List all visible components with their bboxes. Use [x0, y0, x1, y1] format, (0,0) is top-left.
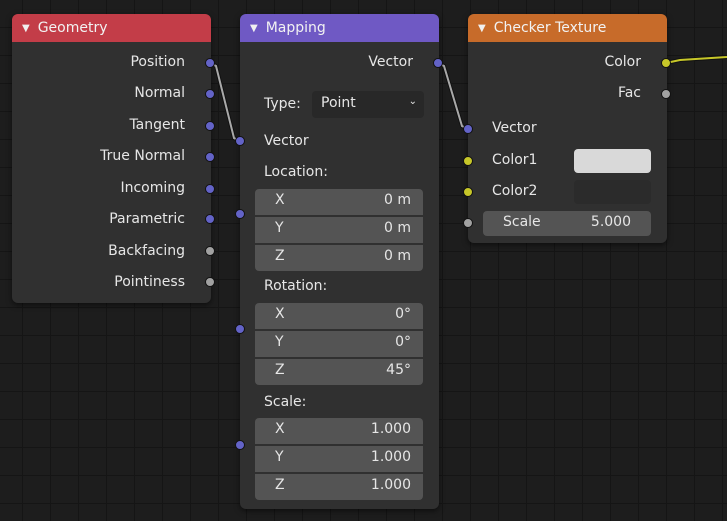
link-position-to-vector-line: [209, 62, 241, 142]
scale-x-field[interactable]: X 1.000: [255, 418, 423, 444]
input-color1: Color1: [492, 152, 538, 168]
axis-y-label: Y: [275, 334, 284, 350]
socket-tangent[interactable]: [205, 121, 215, 131]
rotation-y-value: 0°: [395, 334, 411, 350]
location-z-field[interactable]: Z 0 m: [255, 245, 423, 271]
scale-z-field[interactable]: Z 1.000: [255, 474, 423, 500]
socket-checker-color2-in[interactable]: [463, 187, 473, 197]
rotation-label: Rotation:: [264, 278, 328, 294]
input-vector: Vector: [264, 133, 309, 149]
socket-checker-scale-in[interactable]: [463, 218, 473, 228]
socket-checker-fac-out[interactable]: [661, 89, 671, 99]
color2-swatch[interactable]: [574, 180, 651, 204]
location-x-value: 0 m: [384, 192, 411, 208]
scale-value: 5.000: [590, 214, 631, 230]
axis-z-label: Z: [275, 248, 285, 264]
type-dropdown-value: Point: [321, 95, 356, 111]
checker-texture-node[interactable]: ▼ Checker Texture Color Fac Vector Color…: [468, 14, 667, 243]
socket-parametric[interactable]: [205, 214, 215, 224]
socket-mapping-scale[interactable]: [235, 440, 245, 450]
axis-y-label: Y: [275, 220, 284, 236]
mapping-node[interactable]: ▼ Mapping Vector Type: Point ⌄ Vector Lo…: [240, 14, 439, 509]
link-mapping-to-checker-line: [437, 62, 469, 130]
output-normal: Normal: [134, 85, 185, 101]
axis-z-label: Z: [275, 362, 285, 378]
location-z-value: 0 m: [384, 248, 411, 264]
output-fac: Fac: [617, 85, 641, 101]
type-label: Type:: [264, 96, 301, 112]
socket-mapping-vector-out[interactable]: [433, 58, 443, 68]
location-y-field[interactable]: Y 0 m: [255, 217, 423, 243]
socket-pointiness[interactable]: [205, 277, 215, 287]
chevron-down-icon: ⌄: [408, 96, 417, 107]
scale-z-value: 1.000: [370, 477, 411, 493]
output-parametric: Parametric: [109, 211, 185, 227]
rotation-z-value: 45°: [386, 362, 411, 378]
rotation-x-value: 0°: [395, 306, 411, 322]
socket-backfacing[interactable]: [205, 246, 215, 256]
axis-z-label: Z: [275, 477, 285, 493]
socket-checker-color-out[interactable]: [661, 58, 671, 68]
output-color: Color: [604, 54, 641, 70]
scale-label: Scale:: [264, 394, 307, 410]
scale-y-field[interactable]: Y 1.000: [255, 446, 423, 472]
socket-mapping-rotation[interactable]: [235, 324, 245, 334]
socket-checker-vector-in[interactable]: [463, 124, 473, 134]
rotation-z-field[interactable]: Z 45°: [255, 359, 423, 385]
socket-incoming[interactable]: [205, 184, 215, 194]
scale-x-value: 1.000: [370, 421, 411, 437]
node-title: Checker Texture: [493, 20, 607, 36]
location-y-value: 0 m: [384, 220, 411, 236]
socket-normal[interactable]: [205, 89, 215, 99]
axis-x-label: X: [275, 421, 285, 437]
output-true-normal: True Normal: [100, 148, 185, 164]
collapse-triangle-icon[interactable]: ▼: [22, 23, 30, 34]
socket-position[interactable]: [205, 58, 215, 68]
scale-label: Scale: [503, 214, 541, 230]
socket-mapping-location[interactable]: [235, 209, 245, 219]
output-vector: Vector: [368, 54, 413, 70]
rotation-y-field[interactable]: Y 0°: [255, 331, 423, 357]
collapse-triangle-icon[interactable]: ▼: [478, 23, 486, 34]
input-color2: Color2: [492, 183, 538, 199]
output-position: Position: [130, 54, 185, 70]
location-x-field[interactable]: X 0 m: [255, 189, 423, 215]
scale-y-value: 1.000: [370, 449, 411, 465]
input-vector: Vector: [492, 120, 537, 136]
output-tangent: Tangent: [129, 117, 185, 133]
output-incoming: Incoming: [120, 180, 185, 196]
geometry-node-header[interactable]: ▼ Geometry: [12, 14, 211, 42]
checker-node-header[interactable]: ▼ Checker Texture: [468, 14, 667, 42]
location-label: Location:: [264, 164, 328, 180]
node-title: Geometry: [37, 20, 108, 36]
collapse-triangle-icon[interactable]: ▼: [250, 23, 258, 34]
geometry-node[interactable]: ▼ Geometry Position Normal Tangent True …: [12, 14, 211, 303]
axis-y-label: Y: [275, 449, 284, 465]
mapping-node-header[interactable]: ▼ Mapping: [240, 14, 439, 42]
type-dropdown[interactable]: Point ⌄: [312, 91, 424, 118]
rotation-x-field[interactable]: X 0°: [255, 303, 423, 329]
color1-swatch[interactable]: [574, 149, 651, 173]
axis-x-label: X: [275, 192, 285, 208]
socket-checker-color1-in[interactable]: [463, 156, 473, 166]
output-backfacing: Backfacing: [108, 243, 185, 259]
socket-mapping-vector-in[interactable]: [235, 136, 245, 146]
node-title: Mapping: [265, 20, 326, 36]
output-pointiness: Pointiness: [114, 274, 185, 290]
socket-true-normal[interactable]: [205, 152, 215, 162]
scale-field[interactable]: Scale 5.000: [483, 211, 651, 236]
axis-x-label: X: [275, 306, 285, 322]
